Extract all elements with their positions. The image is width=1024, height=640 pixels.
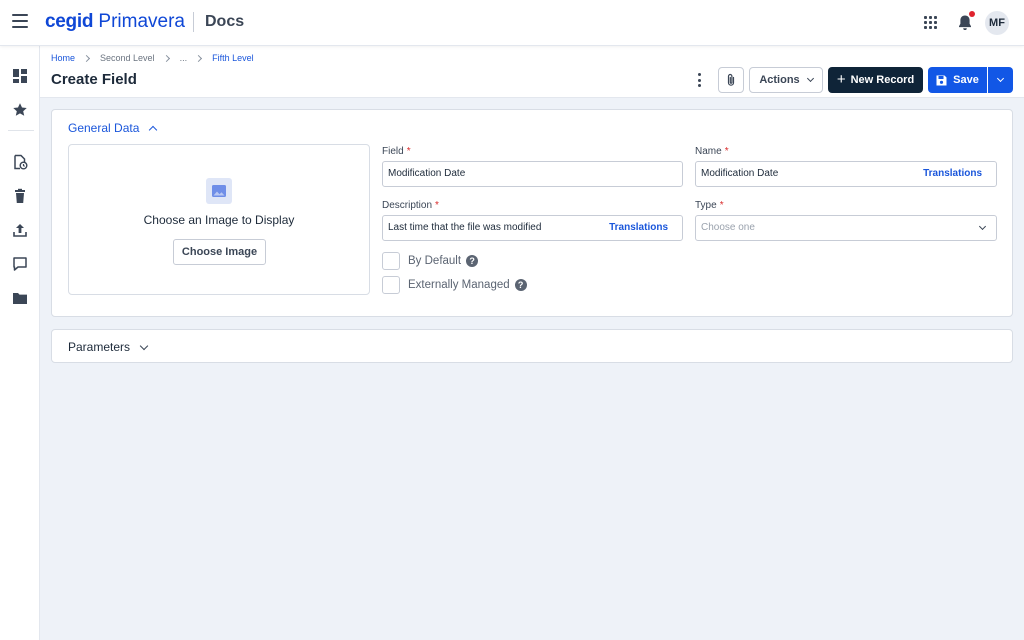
description-input-value: Last time that the file was modified: [388, 222, 542, 233]
help-icon[interactable]: ?: [466, 255, 479, 267]
externally-managed-label: Externally Managed: [408, 279, 510, 291]
new-record-button[interactable]: + New Record: [828, 67, 923, 93]
plus-icon: +: [836, 70, 846, 88]
parameters-toggle[interactable]: Parameters: [68, 339, 149, 355]
save-button[interactable]: Save: [928, 67, 987, 93]
breadcrumb-second-level[interactable]: Second Level: [100, 52, 155, 64]
general-data-title: General Data: [68, 121, 140, 135]
description-translations-link[interactable]: Translations: [609, 216, 668, 240]
top-bar: cegid Primavera Docs MF: [0, 0, 1024, 46]
field-input[interactable]: Modification Date: [382, 161, 683, 187]
name-translations-link[interactable]: Translations: [923, 162, 982, 186]
breadcrumb-fifth-level[interactable]: Fifth Level: [212, 52, 254, 64]
app-launcher-icon[interactable]: [924, 16, 937, 29]
menu-icon[interactable]: [12, 14, 28, 28]
parameters-title: Parameters: [68, 340, 131, 354]
required-marker: *: [435, 200, 439, 211]
name-label-text: Name: [695, 146, 722, 157]
brand-name-bold: cegid: [45, 11, 94, 32]
chevron-down-icon: [996, 74, 1005, 83]
more-options-icon[interactable]: [695, 73, 703, 87]
by-default-checkbox-row[interactable]: By Default ?: [382, 252, 479, 270]
by-default-checkbox[interactable]: [382, 252, 400, 270]
comment-icon[interactable]: [12, 256, 28, 272]
app-name: Docs: [205, 13, 245, 30]
required-marker: *: [724, 146, 729, 157]
notification-badge: [969, 11, 975, 17]
dashboard-icon[interactable]: [12, 68, 28, 84]
breadcrumb: Home Second Level ... Fifth Level: [51, 52, 254, 64]
chevron-right-icon: [195, 54, 203, 62]
upload-icon[interactable]: [12, 222, 28, 238]
brand-logo[interactable]: cegid Primavera: [45, 10, 185, 34]
breadcrumb-home[interactable]: Home: [51, 52, 75, 64]
name-label: Name *: [695, 146, 729, 158]
parameters-panel: Parameters: [51, 329, 1013, 363]
type-label: Type *: [695, 200, 724, 212]
user-avatar[interactable]: MF: [985, 11, 1009, 35]
page-header: Home Second Level ... Fifth Level Create…: [40, 46, 1024, 98]
paperclip-icon: [727, 73, 735, 86]
document-history-icon[interactable]: [12, 154, 28, 170]
floppy-disk-icon: [936, 75, 947, 85]
field-label-text: Field: [382, 146, 404, 157]
new-record-label: New Record: [850, 74, 915, 86]
folder-icon[interactable]: [12, 290, 28, 306]
chevron-right-icon: [82, 54, 91, 62]
name-input[interactable]: Modification Date Translations: [695, 161, 997, 187]
chevron-up-icon: [149, 125, 158, 135]
image-placeholder-icon: [206, 178, 232, 204]
required-marker: *: [406, 146, 411, 157]
type-label-text: Type: [695, 200, 717, 211]
breadcrumb-ellipsis[interactable]: ...: [180, 52, 188, 64]
choose-image-button[interactable]: Choose Image: [173, 239, 266, 265]
page-title: Create Field: [51, 71, 137, 88]
chevron-right-icon: [162, 54, 170, 62]
field-input-value: Modification Date: [388, 168, 466, 179]
type-select-placeholder: Choose one: [701, 222, 755, 233]
required-marker: *: [719, 200, 724, 211]
field-label: Field *: [382, 146, 411, 158]
help-icon[interactable]: ?: [514, 279, 527, 291]
save-label: Save: [953, 74, 979, 86]
chevron-down-icon: [978, 222, 987, 231]
name-input-value: Modification Date: [701, 168, 779, 179]
general-data-panel: General Data Choose an Image to Display …: [51, 109, 1013, 317]
actions-label: Actions: [759, 74, 800, 86]
left-sidebar: [0, 46, 40, 640]
externally-managed-checkbox-row[interactable]: Externally Managed ?: [382, 276, 527, 294]
description-label: Description *: [382, 200, 439, 212]
actions-dropdown[interactable]: Actions: [749, 67, 823, 93]
image-prompt-text: Choose an Image to Display: [143, 213, 295, 227]
star-icon[interactable]: [12, 102, 28, 118]
by-default-label: By Default: [408, 255, 462, 267]
description-input[interactable]: Last time that the file was modified Tra…: [382, 215, 683, 241]
image-dropzone[interactable]: Choose an Image to Display Choose Image: [68, 144, 370, 295]
description-label-text: Description: [382, 200, 433, 211]
chevron-down-icon: [806, 74, 814, 83]
brand-divider: [193, 12, 194, 32]
save-options-dropdown[interactable]: [988, 67, 1013, 93]
externally-managed-checkbox[interactable]: [382, 276, 400, 294]
sidebar-divider: [8, 130, 34, 131]
trash-icon[interactable]: [12, 188, 28, 204]
type-select[interactable]: Choose one: [695, 215, 997, 241]
general-data-toggle[interactable]: General Data: [68, 120, 158, 136]
chevron-down-icon: [139, 341, 149, 350]
brand-name-light: Primavera: [98, 11, 185, 32]
attach-button[interactable]: [718, 67, 744, 93]
